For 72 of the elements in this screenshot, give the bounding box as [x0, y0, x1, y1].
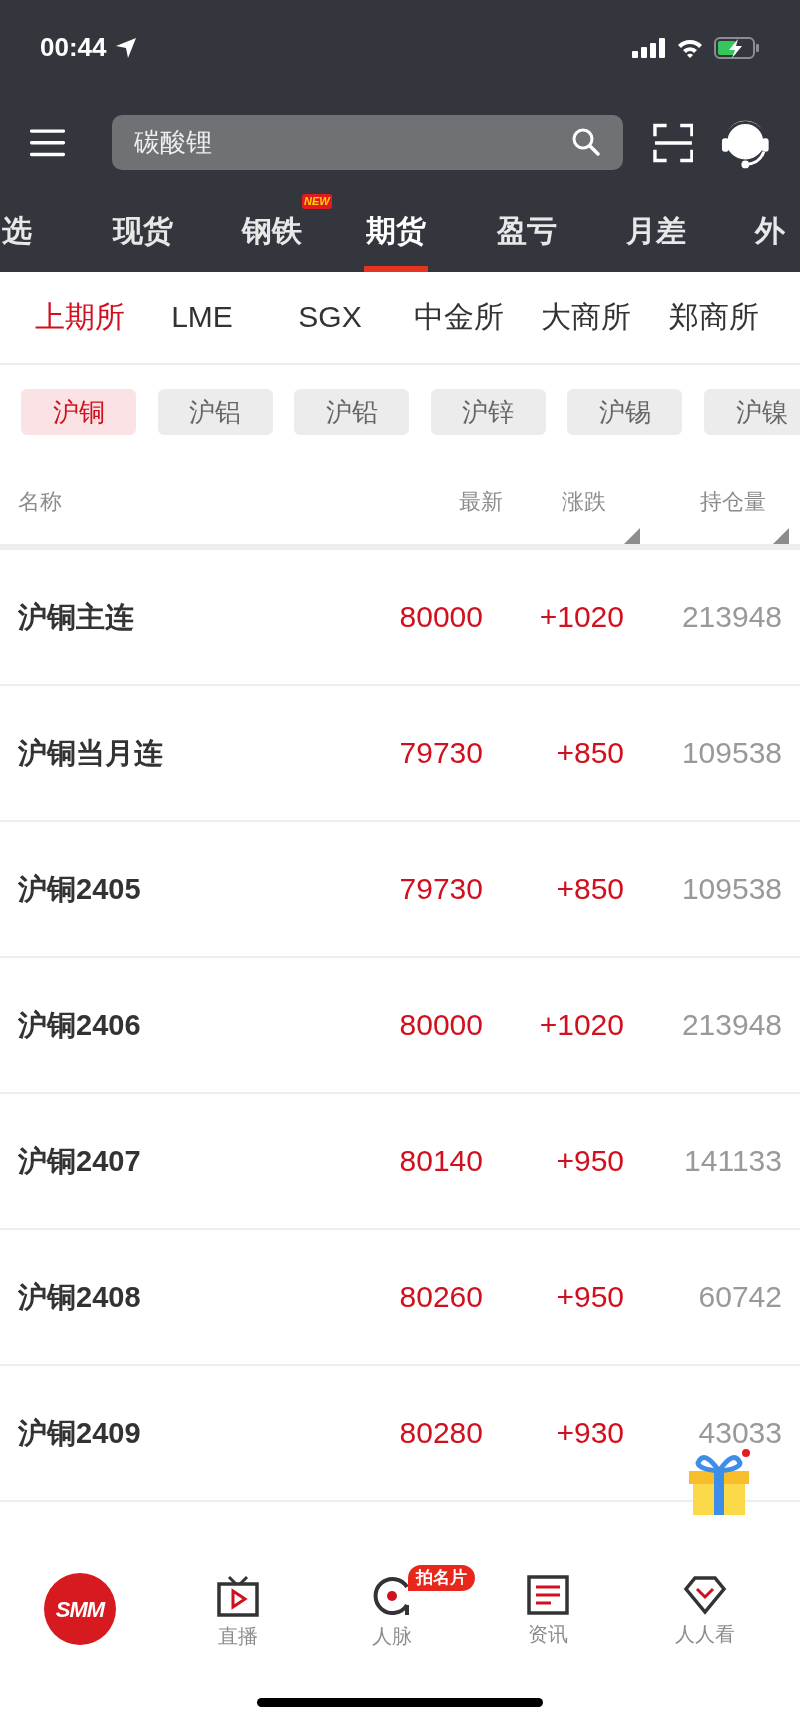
news-icon [527, 1575, 569, 1615]
column-header[interactable]: 持仓量 [700, 485, 766, 518]
sort-triangle-icon[interactable] [624, 528, 640, 544]
search-field[interactable]: 碳酸锂 [112, 115, 623, 170]
exchange-tab[interactable]: LME [142, 299, 262, 335]
product-chip[interactable]: 沪锡 [567, 389, 683, 435]
exchange-tab[interactable]: 郑商所 [654, 299, 774, 335]
open-interest: 109538 [681, 871, 782, 907]
exchange-tab[interactable]: 中金所 [399, 299, 519, 335]
contract-name: 沪铜2406 [18, 1008, 141, 1043]
scan-icon[interactable] [652, 121, 694, 164]
latest-price: 80140 [399, 1143, 483, 1179]
product-chip[interactable]: 沪铜 [21, 389, 136, 435]
menu-icon[interactable] [30, 127, 65, 158]
wifi-icon [676, 37, 704, 58]
column-header: 名称 [18, 488, 62, 516]
location-arrow-icon [114, 36, 137, 59]
battery-charging-icon [714, 36, 760, 59]
nav-tab[interactable]: 直播 [183, 1575, 293, 1651]
product-chip[interactable]: 沪镍 [704, 389, 800, 435]
exchange-tab[interactable]: 上期所 [20, 299, 140, 335]
card-badge: 拍名片 [408, 1565, 475, 1591]
diamond-icon [683, 1575, 727, 1615]
status-time: 00:44 [40, 31, 107, 64]
logo-button[interactable]: SMM [44, 1573, 116, 1645]
product-chip[interactable]: 沪铅 [294, 389, 410, 435]
latest-price: 80260 [399, 1279, 483, 1315]
column-header: 最新 [459, 488, 503, 516]
latest-price: 79730 [399, 735, 483, 771]
latest-price: 80000 [399, 1007, 483, 1043]
exchange-tab[interactable]: 大商所 [526, 299, 646, 335]
price-change: +1020 [539, 1007, 624, 1043]
category-tab[interactable]: 钢铁 [242, 208, 302, 253]
signal-icon [632, 37, 666, 58]
nav-tab[interactable]: 资讯 [493, 1575, 603, 1649]
category-tab[interactable]: 外 [755, 208, 785, 253]
latest-price: 80280 [399, 1415, 483, 1451]
open-interest: 109538 [681, 735, 782, 771]
contract-name: 沪铜2408 [18, 1280, 141, 1315]
category-tab[interactable]: 月差 [626, 208, 686, 253]
exchange-tab[interactable]: SGX [270, 299, 390, 335]
price-change: +930 [556, 1415, 624, 1451]
category-tab[interactable]: 盈亏 [497, 208, 557, 253]
price-change: +850 [556, 735, 624, 771]
category-tab[interactable]: 选 [2, 208, 32, 253]
price-change: +950 [556, 1279, 624, 1315]
contract-name: 沪铜2409 [18, 1416, 141, 1451]
category-tab[interactable]: 期货 [366, 208, 426, 253]
search-icon[interactable] [570, 127, 601, 157]
selected-tab-underline [364, 266, 428, 272]
category-tab[interactable]: 现货 [113, 208, 173, 253]
new-badge: NEW [302, 194, 332, 209]
product-chip[interactable]: 沪铝 [157, 389, 273, 435]
price-change: +950 [556, 1143, 624, 1179]
product-chip[interactable]: 沪锌 [430, 389, 546, 435]
open-interest: 43033 [698, 1415, 782, 1451]
open-interest: 141133 [684, 1143, 782, 1179]
sort-triangle-icon[interactable] [773, 528, 789, 544]
column-header[interactable]: 涨跌 [562, 485, 606, 518]
latest-price: 79730 [399, 871, 483, 907]
open-interest: 213948 [681, 599, 782, 635]
contract-name: 沪铜2407 [18, 1144, 141, 1179]
open-interest: 213948 [681, 1007, 782, 1043]
price-change: +1020 [539, 599, 624, 635]
open-interest: 60742 [698, 1279, 782, 1315]
tv-play-icon [216, 1575, 260, 1617]
contract-name: 沪铜当月连 [18, 736, 163, 771]
contract-name: 沪铜主连 [18, 600, 134, 635]
price-change: +850 [556, 871, 624, 907]
latest-price: 80000 [399, 599, 483, 635]
contract-name: 沪铜2405 [18, 872, 141, 907]
nav-tab[interactable]: 人人看 [650, 1575, 760, 1649]
